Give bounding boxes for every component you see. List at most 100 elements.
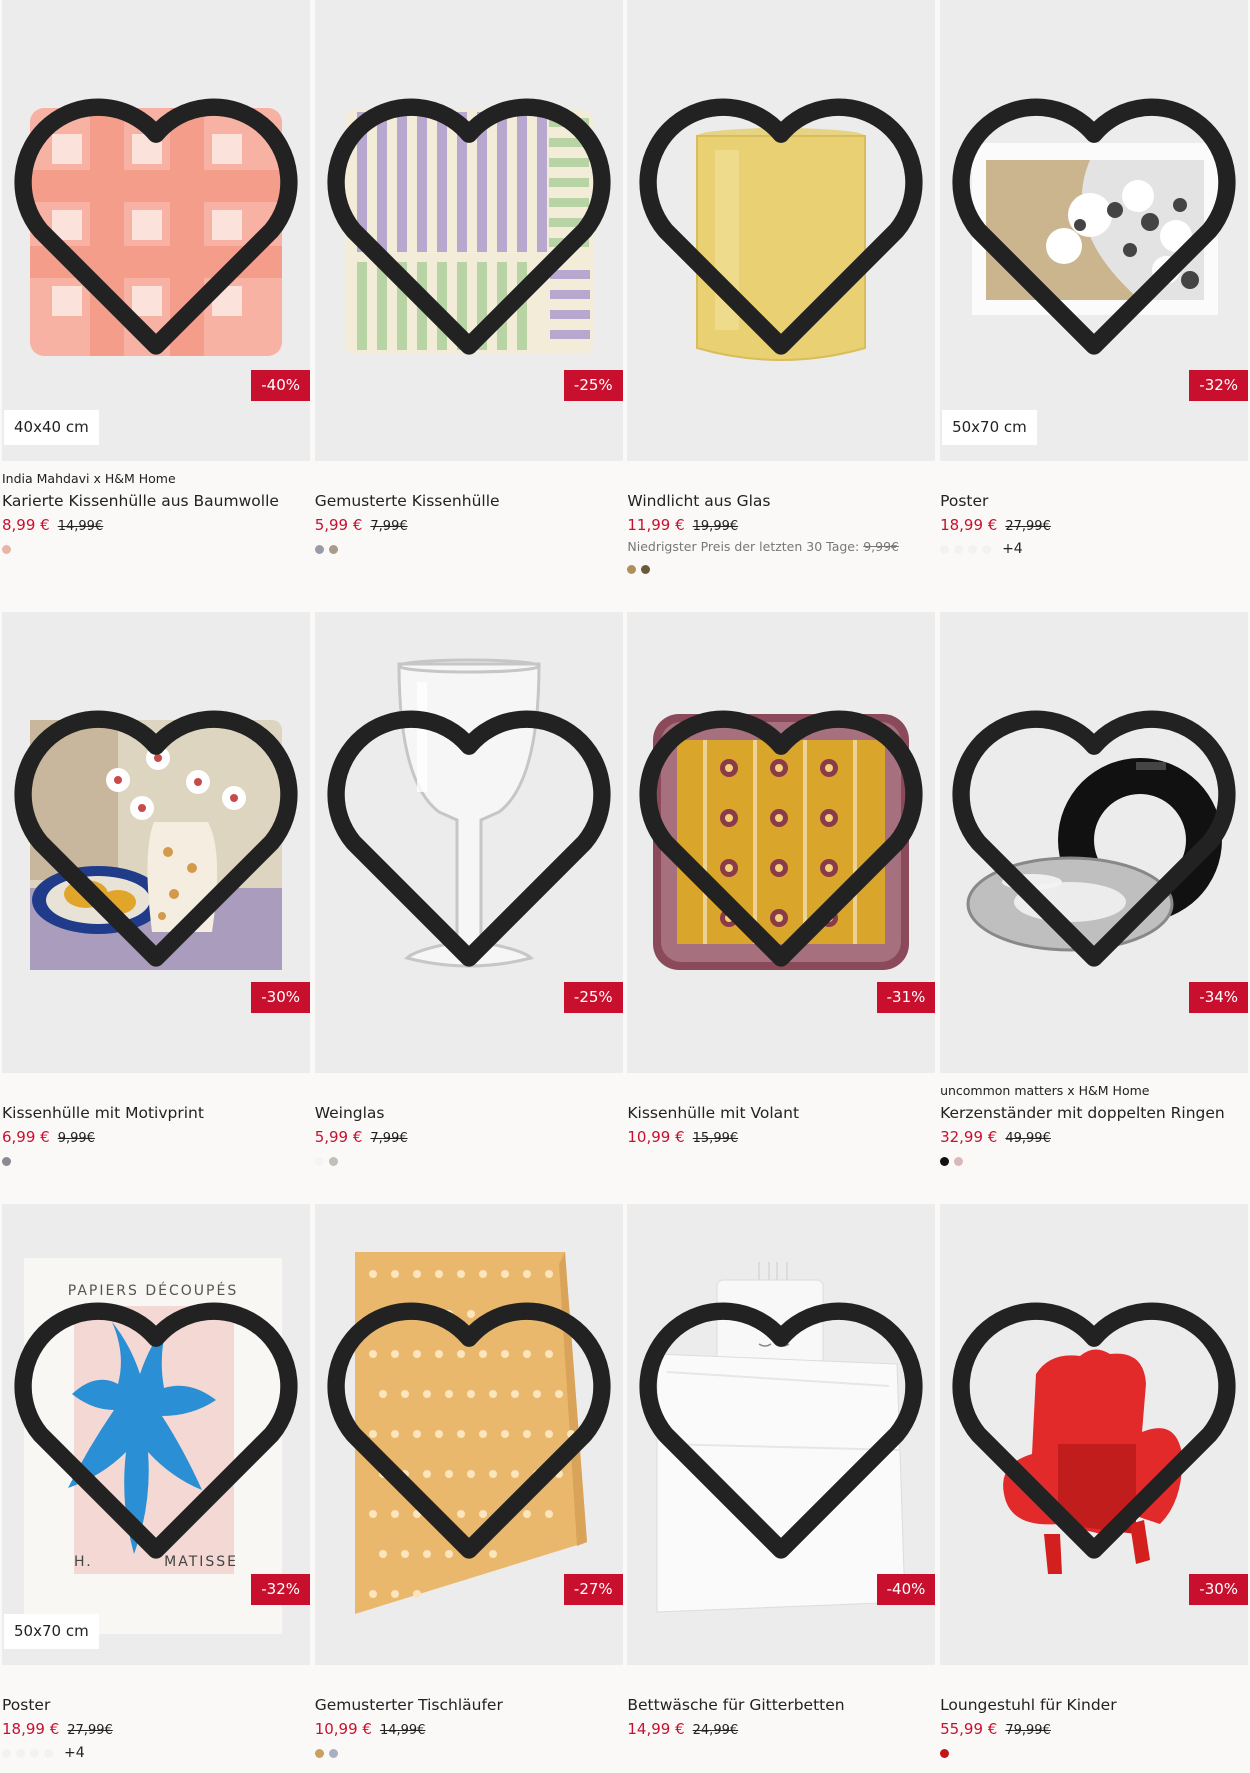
product-image[interactable]: -25%: [314, 0, 623, 461]
color-swatch[interactable]: [940, 544, 950, 554]
more-colors[interactable]: +4: [1002, 541, 1023, 557]
price-now: 55,99 €: [940, 1720, 998, 1738]
product-card[interactable]: -27% Gemusterter Tischläufer 10,99 € 14,9…: [314, 1204, 623, 1773]
product-brand: [940, 471, 1248, 487]
product-image[interactable]: -34%: [940, 612, 1249, 1073]
product-image[interactable]: -30%: [940, 1204, 1249, 1665]
color-swatch[interactable]: [2, 1748, 11, 1758]
product-prices: 32,99 € 49,99€: [940, 1125, 1248, 1149]
heart-icon[interactable]: [940, 612, 1248, 1073]
product-name[interactable]: Bettwäsche für Gitterbetten: [627, 1693, 935, 1717]
heart-icon[interactable]: [940, 0, 1248, 461]
product-brand: [2, 1083, 310, 1099]
color-swatch[interactable]: [968, 544, 978, 554]
product-image[interactable]: PAPIERS DÉCOUPÉS H. MATISSE -32% 50x70 c…: [2, 1204, 310, 1665]
product-image[interactable]: -40% 40x40 cm: [2, 0, 310, 461]
product-card[interactable]: PAPIERS DÉCOUPÉS H. MATISSE -32% 50x70 c…: [2, 1204, 310, 1773]
product-card[interactable]: -40% Bettwäsche für Gitterbetten 14,99 €…: [627, 1204, 936, 1773]
price-now: 32,99 €: [940, 1128, 998, 1146]
price-now: 18,99 €: [940, 516, 998, 534]
color-swatch[interactable]: [627, 564, 637, 574]
color-swatch[interactable]: [314, 544, 324, 554]
color-swatch[interactable]: [641, 564, 651, 574]
product-prices: 10,99 € 15,99€: [627, 1125, 935, 1149]
product-name[interactable]: Kissenhülle mit Volant: [627, 1101, 935, 1125]
color-swatch[interactable]: [16, 1748, 25, 1758]
color-swatches: [627, 557, 935, 581]
product-image[interactable]: [627, 0, 936, 461]
product-prices: 10,99 € 14,99€: [315, 1717, 623, 1741]
price-now: 11,99 €: [627, 516, 685, 534]
color-swatches: [314, 537, 623, 561]
product-prices: 14,99 € 24,99€: [627, 1717, 935, 1741]
product-prices: 8,99 € 14,99€: [2, 513, 310, 537]
heart-icon[interactable]: [940, 1204, 1248, 1665]
color-swatch[interactable]: [44, 1748, 53, 1758]
heart-icon[interactable]: [2, 1204, 310, 1665]
price-old: 49,99€: [1005, 1131, 1051, 1146]
product-name[interactable]: Windlicht aus Glas: [627, 489, 935, 513]
product-card[interactable]: -31% Kissenhülle mit Volant 10,99 € 15,99…: [627, 612, 936, 1204]
heart-icon[interactable]: [315, 0, 623, 461]
product-image[interactable]: -25%: [314, 612, 623, 1073]
price-now: 5,99 €: [314, 516, 363, 534]
product-card[interactable]: -30% Loungestuhl für Kinder 55,99 € 79,99…: [940, 1204, 1249, 1773]
product-image[interactable]: -27%: [314, 1204, 623, 1665]
product-brand: [315, 1675, 623, 1691]
color-swatch[interactable]: [940, 1156, 950, 1166]
color-swatches: [940, 1149, 1248, 1173]
product-card[interactable]: Windlicht aus Glas 11,99 € 19,99€ Niedrig…: [627, 0, 936, 612]
product-name[interactable]: Gemusterte Kissenhülle: [315, 489, 623, 513]
product-name[interactable]: Poster: [940, 489, 1248, 513]
color-swatches: +4: [940, 537, 1248, 561]
product-image[interactable]: -32% 50x70 cm: [940, 0, 1249, 461]
product-name[interactable]: Poster: [2, 1693, 310, 1717]
product-name[interactable]: Weinglas: [315, 1101, 623, 1125]
color-swatch[interactable]: [954, 1156, 964, 1166]
product-prices: 5,99 € 7,99€: [315, 1125, 623, 1149]
color-swatch[interactable]: [982, 544, 992, 554]
more-colors[interactable]: +4: [64, 1745, 85, 1761]
product-brand: [627, 471, 935, 487]
product-image[interactable]: -31%: [627, 612, 936, 1073]
color-swatch[interactable]: [2, 1156, 11, 1166]
product-card[interactable]: -30% Kissenhülle mit Motivprint 6,99 € 9,…: [2, 612, 310, 1204]
color-swatch[interactable]: [940, 1748, 950, 1758]
product-name[interactable]: Karierte Kissenhülle aus Baumwolle: [2, 489, 310, 513]
heart-icon[interactable]: [315, 1204, 623, 1665]
product-brand: [940, 1675, 1248, 1691]
color-swatches: [2, 1149, 310, 1173]
price-now: 10,99 €: [314, 1720, 372, 1738]
product-card[interactable]: -32% 50x70 cm Poster 18,99 € 27,99€ +4: [940, 0, 1249, 612]
price-now: 6,99 €: [2, 1128, 50, 1146]
color-swatch[interactable]: [314, 1748, 324, 1758]
product-card[interactable]: -40% 40x40 cm India Mahdavi x H&M Home K…: [2, 0, 310, 612]
color-swatch[interactable]: [328, 1156, 338, 1166]
product-image[interactable]: -40%: [627, 1204, 936, 1665]
product-name[interactable]: Loungestuhl für Kinder: [940, 1693, 1248, 1717]
product-card[interactable]: -34% uncommon matters x H&M Home Kerzens…: [940, 612, 1249, 1204]
product-name[interactable]: Kerzenständer mit doppelten Ringen: [940, 1101, 1248, 1125]
color-swatch[interactable]: [954, 544, 964, 554]
product-grid: -40% 40x40 cm India Mahdavi x H&M Home K…: [2, 0, 1249, 1773]
product-card[interactable]: -25% Weinglas 5,99 € 7,99€: [314, 612, 623, 1204]
color-swatch[interactable]: [30, 1748, 39, 1758]
product-name[interactable]: Kissenhülle mit Motivprint: [2, 1101, 310, 1125]
price-old: 14,99€: [379, 1723, 426, 1738]
color-swatch[interactable]: [328, 1748, 338, 1758]
color-swatch[interactable]: [314, 1156, 324, 1166]
product-image[interactable]: -30%: [2, 612, 310, 1073]
product-brand: [627, 1675, 935, 1691]
heart-icon[interactable]: [2, 612, 310, 1073]
product-brand: [627, 1083, 935, 1099]
heart-icon[interactable]: [627, 612, 935, 1073]
color-swatch[interactable]: [328, 544, 338, 554]
color-swatch[interactable]: [2, 544, 11, 554]
heart-icon[interactable]: [627, 1204, 935, 1665]
product-card[interactable]: -25% Gemusterte Kissenhülle 5,99 € 7,99€: [314, 0, 623, 612]
price-old: 27,99€: [67, 1723, 113, 1738]
heart-icon[interactable]: [627, 0, 935, 461]
heart-icon[interactable]: [2, 0, 310, 461]
heart-icon[interactable]: [315, 612, 623, 1073]
product-name[interactable]: Gemusterter Tischläufer: [315, 1693, 623, 1717]
